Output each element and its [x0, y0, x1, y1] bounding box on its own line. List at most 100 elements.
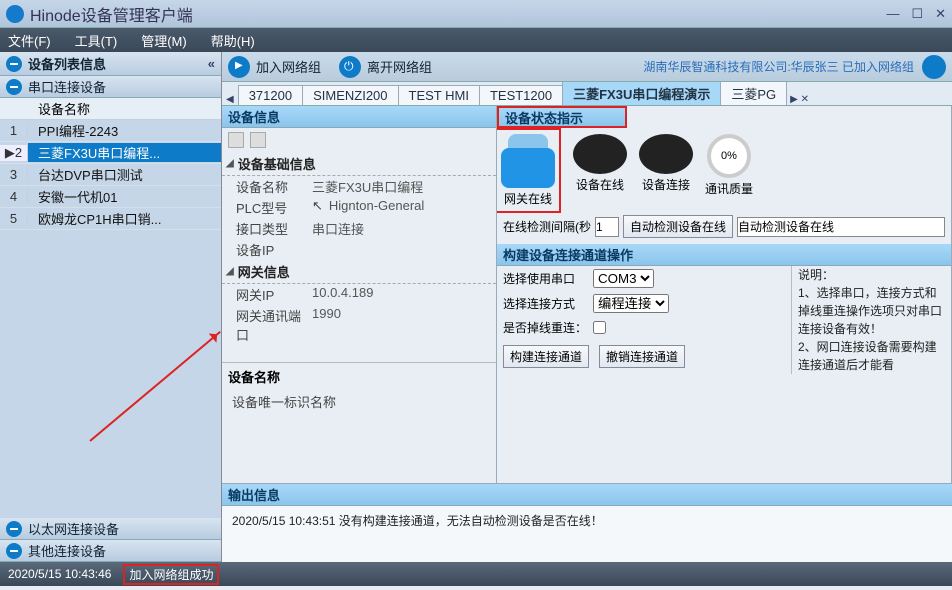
status-time: 2020/5/15 10:43:46	[8, 567, 111, 581]
label-interval: 在线检测间隔(秒	[503, 218, 591, 235]
ethernet-icon	[6, 521, 22, 537]
value-gwip: 10.0.4.189	[312, 285, 373, 304]
group-other-label: 其他连接设备	[28, 541, 106, 560]
menu-file[interactable]: 文件(F)	[8, 31, 51, 50]
device-row[interactable]: ▶2三菱FX3U串口编程...	[0, 142, 221, 164]
auto-detect-field[interactable]	[737, 217, 945, 237]
device-row[interactable]: 5欧姆龙CP1H串口销...	[0, 208, 221, 230]
group-ethernet-label: 以太网连接设备	[28, 519, 119, 538]
com-select[interactable]: COM3	[593, 269, 654, 288]
sidebar: 设备列表信息 « 串口连接设备 设备名称 1PPI编程-2243 ▶2三菱FX3…	[0, 52, 222, 562]
device-connect-icon	[639, 134, 693, 174]
status-message: 加入网络组成功	[123, 564, 219, 585]
tab-scroll-left[interactable]: ◀	[222, 94, 238, 105]
note-title: 说明：	[798, 266, 945, 284]
collapse-icon[interactable]: «	[208, 56, 215, 71]
note-1: 1、选择串口，连接方式和掉线重连操作选项只对串口连接设备有效！	[798, 284, 945, 338]
tab[interactable]: TEST1200	[479, 85, 563, 105]
tab[interactable]: 三菱PG	[720, 82, 787, 105]
auto-detect-button[interactable]: 自动检测设备在线	[623, 215, 733, 238]
quality-gauge-icon: 0%	[707, 134, 751, 178]
build-channel-button[interactable]: 构建连接通道	[503, 345, 589, 368]
output-header: 输出信息	[222, 484, 952, 506]
tab-scroll-right[interactable]: ▶ ✕	[786, 94, 813, 105]
tab-bar: ◀ 371200 SIMENZI200 TEST HMI TEST1200 三菱…	[222, 82, 952, 106]
label-reconnect: 是否掉线重连：	[503, 319, 593, 336]
tab-active[interactable]: 三菱FX3U串口编程演示	[562, 82, 721, 105]
app-title: Hinode设备管理客户端	[30, 2, 886, 26]
device-online-status: 设备在线	[573, 134, 627, 207]
group-serial[interactable]: 串口连接设备	[0, 76, 221, 98]
toolbar: 加入网络组 离开网络组 湖南华辰智通科技有限公司:华辰张三 已加入网络组	[222, 52, 952, 82]
label-devip: 设备IP	[222, 240, 312, 259]
list-icon	[6, 56, 22, 72]
label-gwport: 网关通讯端口	[222, 306, 312, 344]
group-ethernet[interactable]: 以太网连接设备	[0, 518, 221, 540]
reconnect-checkbox[interactable]	[593, 321, 606, 334]
comm-quality-status: 0%通讯质量	[705, 134, 753, 207]
menu-help[interactable]: 帮助(H)	[211, 31, 255, 50]
menu-manage[interactable]: 管理(M)	[141, 31, 187, 50]
label-section-name: 设备名称	[222, 363, 496, 390]
close-icon[interactable]: ✕	[935, 6, 946, 22]
value-gwport: 1990	[312, 306, 341, 344]
menu-tool[interactable]: 工具(T)	[75, 31, 118, 50]
label-interface: 接口类型	[222, 219, 312, 238]
leave-icon	[339, 56, 361, 78]
status-panel: 设备状态指示 网关在线 设备在线 设备连接 0%通讯质量 在线检测间隔(秒 自动…	[497, 106, 952, 483]
status-header: 设备状态指示	[497, 106, 627, 128]
statusbar: 2020/5/15 10:43:46 加入网络组成功	[0, 562, 952, 586]
device-connect-status: 设备连接	[639, 134, 693, 207]
output-panel: 输出信息 2020/5/15 10:43:51 没有构建连接通道，无法自动检测设…	[222, 483, 952, 562]
device-row[interactable]: 1PPI编程-2243	[0, 120, 221, 142]
sidebar-header: 设备列表信息 «	[0, 52, 221, 76]
device-info-header: 设备信息	[222, 106, 496, 128]
destroy-channel-button[interactable]: 撤销连接通道	[599, 345, 685, 368]
gateway-icon	[501, 148, 555, 188]
titlebar: Hinode设备管理客户端 — ☐ ✕	[0, 0, 952, 28]
minimize-icon[interactable]: —	[886, 6, 899, 22]
label-uid: 设备唯一标识名称	[222, 390, 496, 413]
sidebar-title: 设备列表信息	[28, 54, 106, 73]
device-online-icon	[573, 134, 627, 174]
device-info-panel: 设备信息 设备基础信息 设备名称三菱FX3U串口编程 PLC型号↖Hignton…	[222, 106, 497, 483]
join-icon	[228, 56, 250, 78]
group-basic[interactable]: 设备基础信息	[222, 152, 496, 176]
other-icon	[6, 543, 22, 559]
maximize-icon[interactable]: ☐	[911, 6, 923, 22]
value-plc: Hignton-General	[329, 198, 424, 217]
device-row[interactable]: 3台达DVP串口测试	[0, 164, 221, 186]
label-gwip: 网关IP	[222, 285, 312, 304]
gateway-online-status: 网关在线	[497, 128, 561, 213]
mode-select[interactable]: 编程连接	[593, 294, 669, 313]
serial-icon	[6, 79, 22, 95]
tab[interactable]: SIMENZI200	[302, 85, 398, 105]
leave-network-button[interactable]: 离开网络组	[339, 56, 432, 78]
label-com: 选择使用串口	[503, 270, 593, 287]
output-body: 2020/5/15 10:43:51 没有构建连接通道，无法自动检测设备是否在线…	[222, 506, 952, 562]
label-plc: PLC型号	[222, 198, 312, 217]
note-2: 2、网口连接设备需要构建连接通道后才能看	[798, 338, 945, 374]
avatar-icon[interactable]	[922, 55, 946, 79]
value-devname: 三菱FX3U串口编程	[312, 177, 423, 196]
join-network-button[interactable]: 加入网络组	[228, 56, 321, 78]
sort-icon[interactable]	[250, 132, 266, 148]
group-gateway[interactable]: 网关信息	[222, 260, 496, 284]
info-toolbar	[222, 128, 496, 152]
app-logo-icon	[6, 5, 24, 23]
value-interface: 串口连接	[312, 219, 364, 238]
user-info: 湖南华辰智通科技有限公司:华辰张三 已加入网络组	[643, 58, 914, 75]
label-mode: 选择连接方式	[503, 295, 593, 312]
build-channel-header: 构建设备连接通道操作	[497, 244, 951, 266]
window-buttons: — ☐ ✕	[886, 6, 946, 22]
device-row[interactable]: 4安徽一代机01	[0, 186, 221, 208]
group-serial-label: 串口连接设备	[28, 77, 106, 96]
interval-input[interactable]	[595, 217, 619, 237]
tab[interactable]: 371200	[238, 85, 303, 105]
col-name: 设备名称	[38, 99, 90, 118]
tab[interactable]: TEST HMI	[398, 85, 480, 105]
group-other[interactable]: 其他连接设备	[0, 540, 221, 562]
grid-icon[interactable]	[228, 132, 244, 148]
label-devname: 设备名称	[222, 177, 312, 196]
device-list-header: 设备名称	[0, 98, 221, 120]
